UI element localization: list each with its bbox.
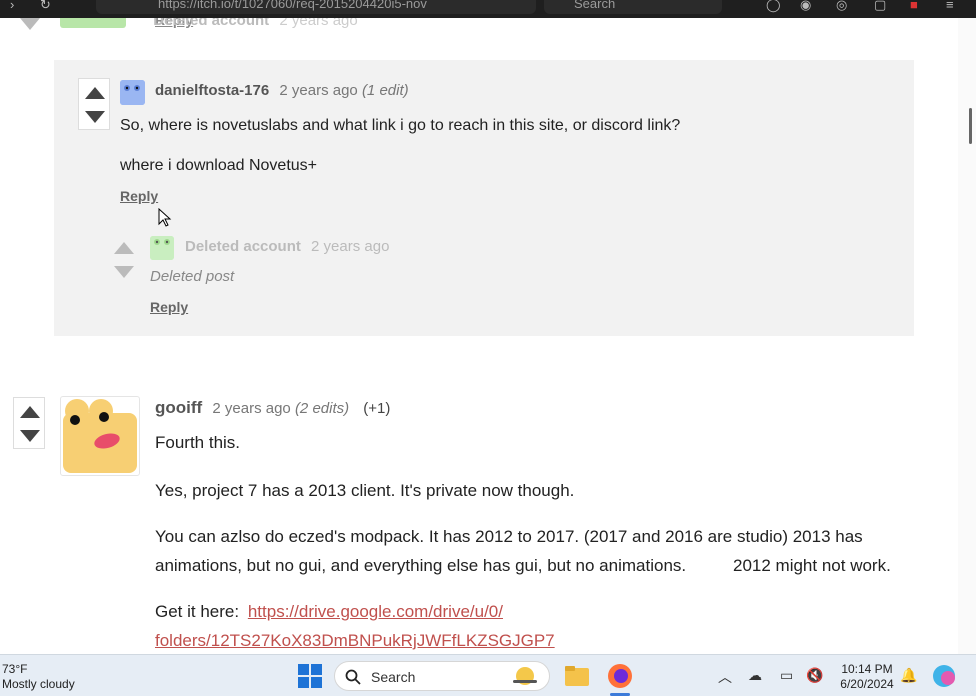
page-content: Reply Deleted account 2 years ago daniel… bbox=[0, 18, 958, 654]
account-icon[interactable]: ◯ bbox=[766, 0, 781, 13]
reply-link[interactable]: Reply bbox=[120, 188, 158, 204]
taskbar-search-label: Search bbox=[371, 669, 416, 685]
avatar-image bbox=[63, 399, 137, 473]
copilot-icon[interactable] bbox=[932, 664, 956, 688]
cloud-sync-icon[interactable]: ☁ bbox=[748, 667, 762, 684]
clock-date: 6/20/2024 bbox=[840, 677, 894, 691]
comment-text: Fourth this. bbox=[155, 433, 241, 452]
upvote-icon[interactable] bbox=[20, 406, 40, 418]
comment-text: Yes, project 7 has a 2013 client. It's p… bbox=[155, 481, 575, 500]
menu-icon[interactable]: ≡ bbox=[946, 0, 954, 12]
scrollbar[interactable] bbox=[958, 18, 976, 654]
taskbar: 73°F Mostly cloudy Search ︿ ☁ ▭ 🔇 10:14 … bbox=[0, 654, 976, 696]
vote-widget bbox=[13, 397, 45, 449]
avatar[interactable] bbox=[120, 80, 145, 105]
comment-time[interactable]: 2 years ago bbox=[311, 238, 389, 255]
comment-author[interactable]: Deleted account bbox=[185, 238, 301, 255]
drive-link[interactable]: folders/12TS27KoX83DmBNPukRjJWFfLKZSGJGP… bbox=[155, 631, 555, 650]
extension2-icon[interactable]: ◎ bbox=[836, 0, 847, 13]
browser-search-placeholder: Search bbox=[574, 0, 616, 11]
browser-search-box[interactable]: Search bbox=[544, 0, 722, 14]
comment-time: 2 years ago bbox=[279, 18, 358, 29]
comment-text: where i download Novetus+ bbox=[120, 157, 318, 174]
clock-time: 10:14 PM bbox=[841, 662, 893, 676]
comment-meta: Deleted account 2 years ago bbox=[185, 238, 389, 255]
comment-time[interactable]: 2 years ago bbox=[212, 400, 290, 417]
comment-meta-partial: Reply Deleted account 2 years ago bbox=[153, 18, 358, 29]
file-explorer-icon[interactable] bbox=[563, 662, 591, 690]
comment-meta: danielftosta-176 2 years ago (1 edit) bbox=[155, 82, 409, 99]
browser-toolbar: › ↻ https://itch.io/t/1027060/req-201520… bbox=[0, 0, 976, 18]
edit-count: (1 edit) bbox=[361, 82, 409, 99]
url-text: https://itch.io/t/1027060/req-2015204420… bbox=[158, 0, 427, 11]
comment-text: Get it here: https://drive.google.com/dr… bbox=[155, 597, 503, 626]
comment-author[interactable]: Deleted account bbox=[153, 18, 269, 29]
firefox-icon[interactable] bbox=[606, 662, 634, 690]
extension-icon[interactable]: ◉ bbox=[800, 0, 811, 13]
comment-text: So, where is novetuslabs and what link i… bbox=[120, 117, 681, 134]
avatar bbox=[60, 18, 126, 28]
show-hidden-icons-icon[interactable]: ︿ bbox=[718, 667, 732, 687]
avatar[interactable] bbox=[150, 236, 174, 260]
comment-author[interactable]: danielftosta-176 bbox=[155, 82, 269, 99]
pocket-icon[interactable]: ■ bbox=[910, 0, 918, 12]
comment-text: 2012 might not work. bbox=[733, 556, 891, 575]
comment-text: You can azlso do eczed's modpack. It has… bbox=[155, 527, 863, 546]
reply-link[interactable]: Reply bbox=[150, 299, 188, 315]
vote-widget[interactable] bbox=[14, 18, 46, 40]
volume-icon[interactable]: 🔇 bbox=[806, 667, 823, 684]
downvote-icon[interactable] bbox=[20, 430, 40, 442]
drive-link[interactable]: https://drive.google.com/drive/u/0/ bbox=[248, 602, 503, 621]
windows-start-icon[interactable] bbox=[296, 662, 324, 690]
notification-bell-icon[interactable]: 🔔 bbox=[900, 667, 917, 684]
deleted-post-text: Deleted post bbox=[150, 268, 235, 285]
downvote-icon[interactable] bbox=[85, 111, 105, 123]
address-bar[interactable]: https://itch.io/t/1027060/req-2015204420… bbox=[96, 0, 536, 14]
clock[interactable]: 10:14 PM 6/20/2024 bbox=[834, 662, 900, 692]
weather-widget[interactable]: 73°F Mostly cloudy bbox=[2, 662, 75, 692]
share-icon[interactable]: ▢ bbox=[874, 0, 886, 13]
vote-widget bbox=[108, 234, 140, 286]
avatar[interactable] bbox=[60, 396, 140, 476]
vote-widget bbox=[78, 78, 110, 130]
reply-thread bbox=[54, 60, 914, 336]
comment-author[interactable]: gooiff bbox=[155, 398, 202, 417]
search-highlight-icon bbox=[513, 667, 537, 685]
back-icon[interactable]: › bbox=[10, 0, 14, 12]
edit-count: (2 edits) bbox=[294, 400, 350, 417]
search-icon bbox=[345, 669, 361, 685]
comment-time[interactable]: 2 years ago bbox=[279, 82, 357, 99]
avatar-image bbox=[150, 236, 174, 260]
score: (+1) bbox=[363, 400, 391, 417]
upvote-icon[interactable] bbox=[85, 87, 105, 99]
display-icon[interactable]: ▭ bbox=[780, 667, 793, 684]
mouse-cursor-icon bbox=[158, 208, 172, 227]
screen: › ↻ https://itch.io/t/1027060/req-201520… bbox=[0, 0, 976, 696]
weather-temp: 73°F bbox=[2, 662, 28, 676]
downvote-icon[interactable] bbox=[114, 266, 134, 278]
link-label: Get it here: bbox=[155, 602, 240, 621]
comment-meta: gooiff 2 years ago (2 edits) (+1) bbox=[155, 398, 390, 418]
weather-condition: Mostly cloudy bbox=[2, 677, 75, 691]
upvote-icon[interactable] bbox=[114, 242, 134, 254]
taskbar-search[interactable]: Search bbox=[334, 661, 550, 691]
comment-text: folders/12TS27KoX83DmBNPukRjJWFfLKZSGJGP… bbox=[155, 626, 555, 654]
scrollbar-thumb[interactable] bbox=[969, 108, 972, 144]
avatar-image bbox=[120, 80, 145, 105]
reload-icon[interactable]: ↻ bbox=[40, 0, 51, 13]
comment-text: animations, but no gui, and everything e… bbox=[155, 556, 687, 575]
